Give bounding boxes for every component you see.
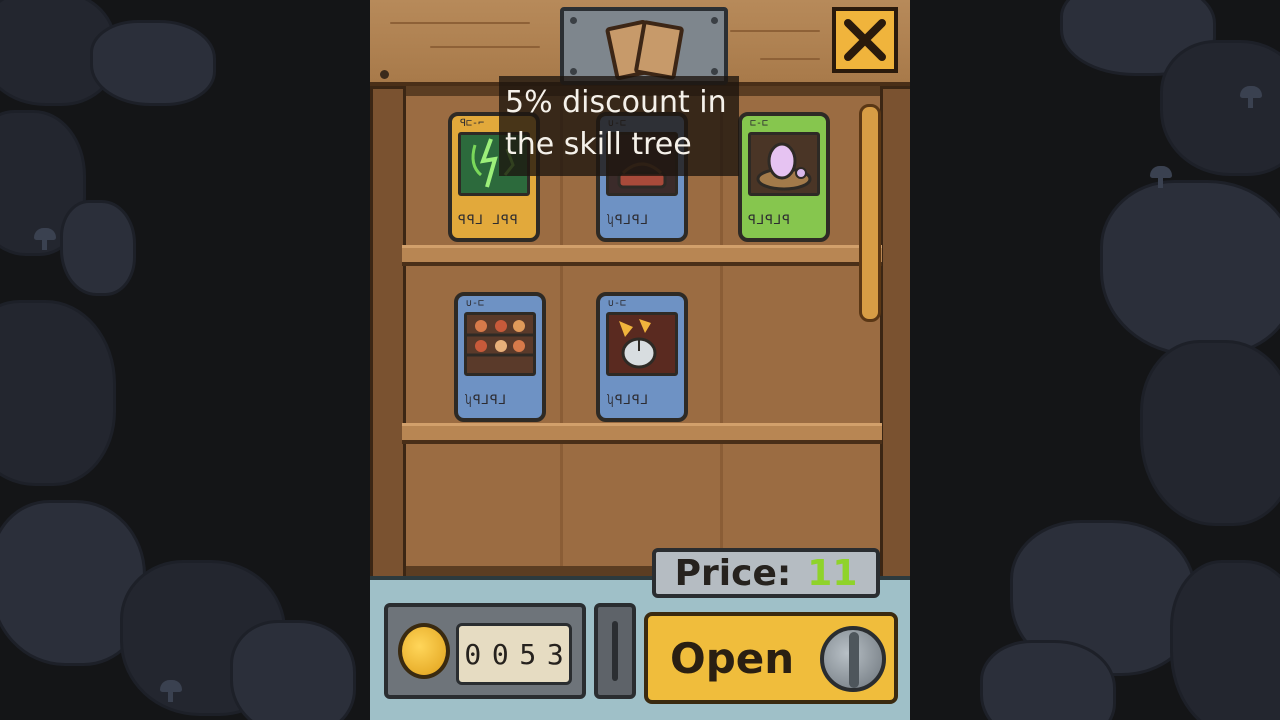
card-cabinet: ꟼ⊏-⌐ ꟼꟼ⅃ ⅃ꟼꟼ ∪-⊏ ʮꟼ⅃ꟼ⅃ ⊏-⊏ xyxy=(370,0,910,720)
card-runes: ꟼꟼ⅃ ⅃ꟼꟼ xyxy=(458,213,519,228)
cards-emblem xyxy=(560,7,728,85)
price-label: Price: xyxy=(674,552,792,594)
cave-background-left xyxy=(0,0,370,720)
card-mini-label: ⊏-⊏ xyxy=(750,118,769,129)
card-mini-label: ∪-⊏ xyxy=(466,298,485,309)
shelf-2 xyxy=(402,423,882,444)
coin-digit: 0 xyxy=(491,637,509,671)
coin-digits: 0 0 5 3 xyxy=(456,623,572,685)
card-potion-shelf[interactable]: ∪-⊏ ʮꟼ⅃ꟼ⅃ xyxy=(454,292,546,422)
lever-handle[interactable] xyxy=(594,603,636,699)
card-egg-nest[interactable]: ⊏-⊏ ꟼ⅃ꟼ⅃ꟼ xyxy=(738,112,830,242)
card-runes: ʮꟼ⅃ꟼ⅃ xyxy=(606,213,649,228)
card-tooltip: 5% discount in the skill tree xyxy=(499,76,739,176)
cards-scrollbar[interactable] xyxy=(859,104,881,322)
open-button-label: Open xyxy=(670,634,795,683)
card-mouse-cursor[interactable]: ∪-⊏ ʮꟼ⅃ꟼ⅃ xyxy=(596,292,688,422)
price-display: Price: 11 xyxy=(652,548,880,598)
card-runes: ꟼ⅃ꟼ⅃ꟼ xyxy=(748,213,792,228)
egg-nest-icon xyxy=(748,132,820,196)
cabinet-post-right xyxy=(880,86,910,592)
coin-digit: 5 xyxy=(519,637,537,671)
mouse-cursor-icon xyxy=(606,312,678,376)
cave-background-right xyxy=(910,0,1280,720)
shelf-1 xyxy=(402,245,882,266)
card-mini-label: ∪-⊏ xyxy=(608,298,627,309)
potion-shelf-icon xyxy=(464,312,536,376)
card-runes: ʮꟼ⅃ꟼ⅃ xyxy=(464,393,507,408)
coin-digit: 0 xyxy=(464,637,482,671)
coin-icon xyxy=(398,623,450,679)
cabinet-post-left xyxy=(370,86,406,592)
dial-icon xyxy=(820,626,886,692)
coin-digit: 3 xyxy=(546,637,564,671)
card-runes: ʮꟼ⅃ꟼ⅃ xyxy=(606,393,649,408)
open-button[interactable]: Open xyxy=(644,612,898,704)
close-x-icon xyxy=(844,19,886,61)
coin-counter: 0 0 5 3 xyxy=(384,603,586,699)
price-value: 11 xyxy=(807,552,858,594)
card-mini-label: ꟼ⊏-⌐ xyxy=(460,118,485,129)
close-button[interactable] xyxy=(832,7,898,73)
